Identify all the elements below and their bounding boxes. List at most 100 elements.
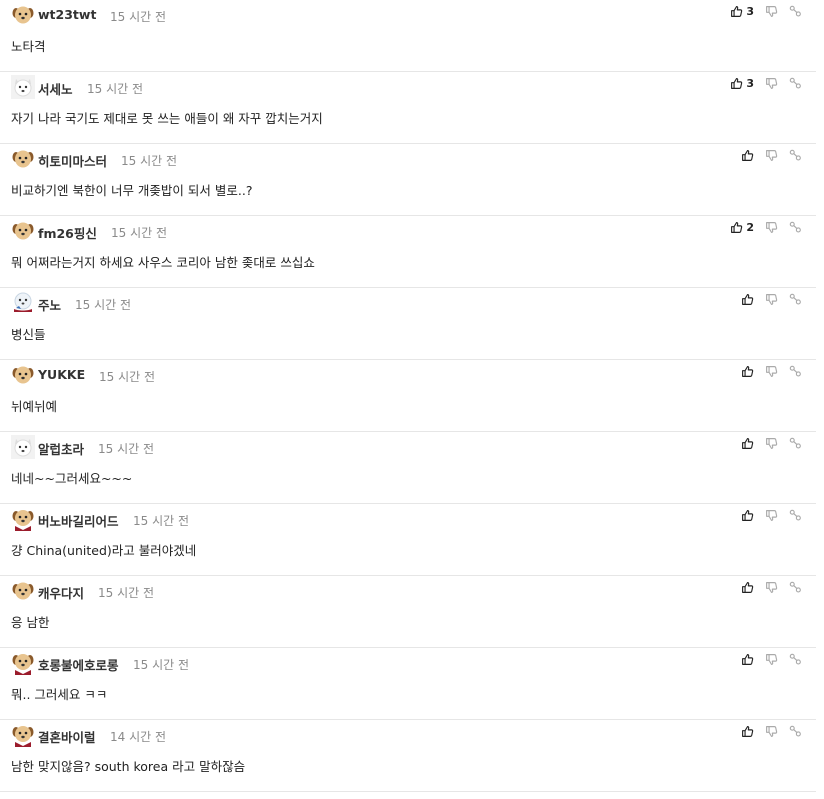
comment-text: 뉘예뉘예 xyxy=(11,399,58,414)
comment-author[interactable]: 알럽초라 xyxy=(38,439,84,458)
share-icon xyxy=(789,221,802,234)
comment-text: 남한 맞지않음? south korea 라고 말하잖슴 xyxy=(11,759,246,774)
share-icon xyxy=(789,653,802,666)
comment-actions: 3 xyxy=(730,75,802,91)
avatar[interactable] xyxy=(11,219,35,243)
dislike-button[interactable] xyxy=(765,77,778,90)
dislike-button[interactable] xyxy=(765,509,778,522)
thumbs-up-icon xyxy=(741,725,754,738)
thumbs-up-icon xyxy=(741,653,754,666)
avatar[interactable] xyxy=(11,75,35,99)
comment-actions xyxy=(741,435,802,451)
share-button[interactable] xyxy=(789,77,802,90)
comment-author[interactable]: 버노바길리어드 xyxy=(38,511,119,530)
share-button[interactable] xyxy=(789,293,802,306)
thumbs-up-icon xyxy=(741,365,754,378)
like-button[interactable] xyxy=(741,365,754,378)
comment-item: 주노 15 시간 전 병신들 xyxy=(0,288,816,360)
dislike-button[interactable] xyxy=(765,437,778,450)
comment-time: 15 시간 전 xyxy=(110,10,167,24)
comment-author[interactable]: wt23twt xyxy=(38,7,96,22)
avatar[interactable] xyxy=(11,363,35,387)
avatar[interactable] xyxy=(11,147,35,171)
dislike-button[interactable] xyxy=(765,293,778,306)
dislike-button[interactable] xyxy=(765,653,778,666)
share-icon xyxy=(789,77,802,90)
comment-time: 15 시간 전 xyxy=(133,658,190,672)
comment-actions: 3 xyxy=(730,3,802,19)
share-icon xyxy=(789,725,802,738)
like-count: 3 xyxy=(746,4,754,18)
comment-item: wt23twt 15 시간 전 노타격 3 xyxy=(0,0,816,72)
like-button[interactable] xyxy=(741,581,754,594)
share-button[interactable] xyxy=(789,437,802,450)
thumbs-up-icon xyxy=(741,149,754,162)
dislike-button[interactable] xyxy=(765,5,778,18)
comment-time: 15 시간 전 xyxy=(98,586,155,600)
comment-author[interactable]: 주노 xyxy=(38,295,61,314)
comment-author[interactable]: 히토미마스터 xyxy=(38,151,107,170)
like-button[interactable] xyxy=(741,437,754,450)
like-count: 3 xyxy=(746,76,754,90)
avatar[interactable] xyxy=(11,507,35,531)
avatar[interactable] xyxy=(11,435,35,459)
comment-text: 뭐.. 그러세요 ㅋㅋ xyxy=(11,687,108,702)
like-button[interactable]: 3 xyxy=(730,77,754,90)
share-icon xyxy=(789,365,802,378)
comment-actions xyxy=(741,363,802,379)
comment-text: 병신들 xyxy=(11,327,46,342)
share-button[interactable] xyxy=(789,149,802,162)
comment-time: 15 시간 전 xyxy=(87,82,144,96)
dislike-button[interactable] xyxy=(765,149,778,162)
like-button[interactable] xyxy=(741,509,754,522)
thumbs-up-icon xyxy=(730,77,743,90)
share-button[interactable] xyxy=(789,653,802,666)
like-button[interactable] xyxy=(741,149,754,162)
comment-text: 자기 나라 국기도 제대로 못 쓰는 애들이 왜 자꾸 깝치는거지 xyxy=(11,111,323,126)
comment-text: 네네~~그러세요~~~ xyxy=(11,471,133,486)
share-button[interactable] xyxy=(789,581,802,594)
thumbs-up-icon xyxy=(741,293,754,306)
avatar[interactable] xyxy=(11,723,35,747)
comment-author[interactable]: 캐우다지 xyxy=(38,583,84,602)
like-button[interactable]: 3 xyxy=(730,5,754,18)
thumbs-down-icon xyxy=(765,5,778,18)
comment-actions xyxy=(741,291,802,307)
comment-time: 15 시간 전 xyxy=(121,154,178,168)
comment-author[interactable]: 결혼바이럴 xyxy=(38,727,96,746)
share-button[interactable] xyxy=(789,5,802,18)
like-button[interactable] xyxy=(741,653,754,666)
thumbs-down-icon xyxy=(765,293,778,306)
share-icon xyxy=(789,581,802,594)
thumbs-down-icon xyxy=(765,653,778,666)
avatar[interactable] xyxy=(11,651,35,675)
share-button[interactable] xyxy=(789,725,802,738)
share-button[interactable] xyxy=(789,221,802,234)
comment-text: 걍 China(united)라고 불러야겠네 xyxy=(11,543,197,558)
thumbs-down-icon xyxy=(765,725,778,738)
comment-author[interactable]: 호롱불에호로롱 xyxy=(38,655,119,674)
share-icon xyxy=(789,293,802,306)
like-button[interactable] xyxy=(741,725,754,738)
comment-author[interactable]: fm26핑신 xyxy=(38,223,97,242)
like-button[interactable]: 2 xyxy=(730,221,754,234)
comment-item: 캐우다지 15 시간 전 응 남한 xyxy=(0,576,816,648)
comment-author[interactable]: 서세노 xyxy=(38,79,73,98)
comment-item: fm26핑신 15 시간 전 뭐 어쩌라는거지 하세요 사우스 코리아 남한 좆… xyxy=(0,216,816,288)
comment-item: 호롱불에호로롱 15 시간 전 뭐.. 그러세요 ㅋㅋ xyxy=(0,648,816,720)
avatar[interactable] xyxy=(11,291,35,315)
share-button[interactable] xyxy=(789,509,802,522)
thumbs-down-icon xyxy=(765,149,778,162)
share-button[interactable] xyxy=(789,365,802,378)
comment-actions xyxy=(741,147,802,163)
dislike-button[interactable] xyxy=(765,221,778,234)
dislike-button[interactable] xyxy=(765,365,778,378)
comment-actions xyxy=(741,651,802,667)
avatar[interactable] xyxy=(11,3,35,27)
dislike-button[interactable] xyxy=(765,581,778,594)
thumbs-down-icon xyxy=(765,581,778,594)
comment-author[interactable]: YUKKE xyxy=(38,367,85,382)
like-button[interactable] xyxy=(741,293,754,306)
dislike-button[interactable] xyxy=(765,725,778,738)
avatar[interactable] xyxy=(11,579,35,603)
